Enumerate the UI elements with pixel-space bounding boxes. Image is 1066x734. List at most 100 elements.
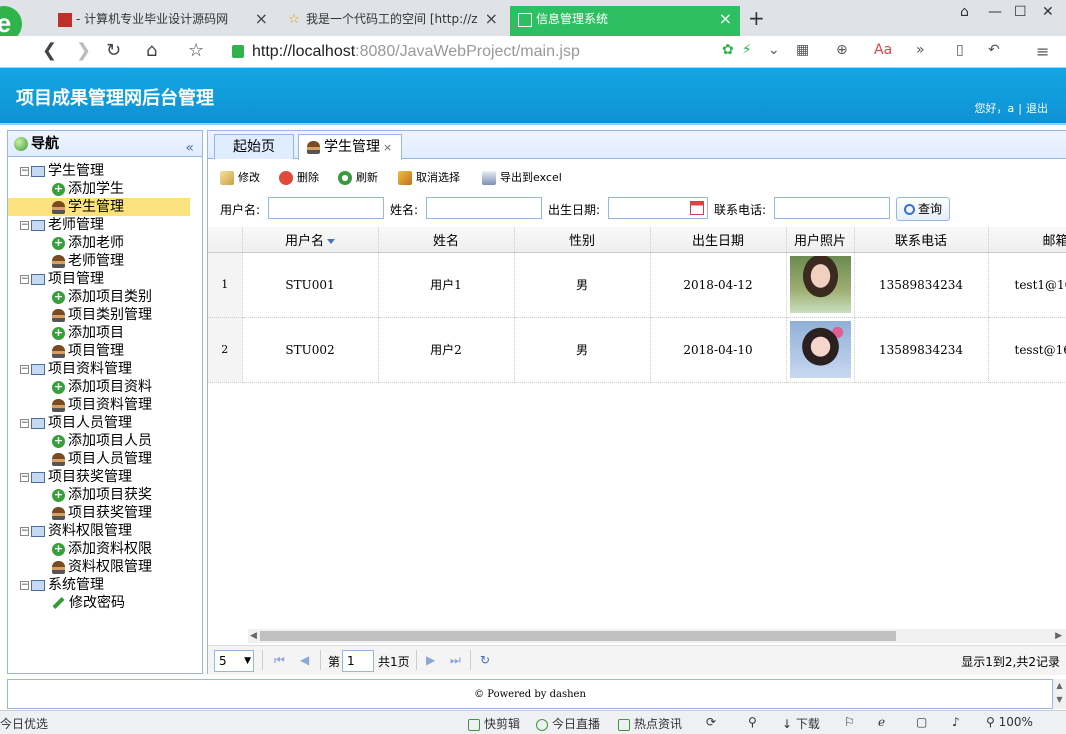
collapse-toggle-icon[interactable]: − [20,472,29,482]
collapse-toggle-icon[interactable]: − [20,274,29,284]
tree-item-project-awards-manage[interactable]: 项目获奖管理 [8,504,202,522]
last-page-icon[interactable]: ⏭ [450,653,461,668]
tab-home[interactable]: 起始页 [214,134,294,159]
minimize-icon[interactable]: — [988,4,1002,20]
tree-item-project-manage[interactable]: 项目管理 [8,342,202,360]
tree-item-change-password[interactable]: 修改密码 [8,594,202,612]
maximize-icon[interactable]: ☐ [1014,4,1027,20]
tree-item-add-project[interactable]: + 添加项目 [8,324,202,342]
horizontal-scrollbar[interactable]: ◀ ▶ [248,629,1066,643]
tree-item-student-manage[interactable]: 学生管理 [8,198,190,216]
flag-icon[interactable]: ⚐ [844,715,855,729]
tree-item-add-project-type[interactable]: + 添加项目类别 [8,288,202,306]
sound-icon[interactable]: ♪ [952,715,960,729]
translate-icon[interactable]: Aa [874,42,892,58]
first-page-icon[interactable]: ⏮ [274,653,285,668]
column-header-birth[interactable]: 出生日期 [650,227,787,253]
tree-item-add-teacher[interactable]: + 添加老师 [8,234,202,252]
more-icon[interactable]: » [916,42,925,58]
browser-tab-2[interactable]: ☆ 我是一个代码工的空间 [http://z × [280,6,506,36]
quick-edit-button[interactable]: 快剪辑 [468,715,520,732]
calendar-icon[interactable] [690,201,704,215]
column-header-name[interactable]: 姓名 [378,227,515,253]
birth-date-input[interactable] [608,197,708,219]
tree-item-add-doc-permission[interactable]: + 添加资料权限 [8,540,202,558]
chevron-down-icon[interactable]: ⌄ [768,42,780,58]
collapse-toggle-icon[interactable]: − [20,580,29,590]
tree-item-project-docs-manage[interactable]: 项目资料管理 [8,396,202,414]
close-icon[interactable]: × [719,6,732,32]
tree-item-add-project-awards[interactable]: + 添加项目获奖 [8,486,202,504]
column-header-username[interactable]: 用户名 [242,227,379,253]
tree-node-project[interactable]: − 项目管理 [8,270,202,288]
tree-node-project-members[interactable]: − 项目人员管理 [8,414,202,432]
column-header-photo[interactable]: 用户照片 [786,227,855,253]
query-button[interactable]: 查询 [896,197,950,221]
scroll-thumb[interactable] [260,631,896,641]
page-number-input[interactable]: 1 [342,650,374,672]
page-size-select[interactable]: 5 ▼ [214,650,254,672]
collapse-toggle-icon[interactable]: − [20,526,29,536]
phone-input[interactable] [774,197,890,219]
collapse-toggle-icon[interactable]: − [20,220,29,230]
home-icon[interactable]: ⌂ [146,40,157,61]
logout-link[interactable]: 退出 [1026,102,1048,115]
vertical-scrollbar[interactable]: ▲ ▼ [1053,679,1066,709]
close-icon[interactable]: × [383,141,392,154]
tree-item-project-type-manage[interactable]: 项目类别管理 [8,306,202,324]
edit-button[interactable]: 修改 [220,169,260,187]
new-tab-icon[interactable]: + [748,6,765,30]
tree-node-system[interactable]: − 系统管理 [8,576,202,594]
table-row[interactable]: 1 STU001 用户1 男 2018-04-12 13589834234 te… [208,252,1066,318]
next-page-icon[interactable]: ▶ [426,653,435,667]
column-header-gender[interactable]: 性别 [514,227,651,253]
speed-icon[interactable]: ⟳ [706,715,716,729]
delete-button[interactable]: 删除 [279,169,319,187]
tree-node-student[interactable]: − 学生管理 [8,162,202,180]
refresh-button[interactable]: 刷新 [338,169,378,187]
browser-tab-3[interactable]: 信息管理系统 × [510,6,740,36]
window-close-icon[interactable]: ✕ [1042,4,1054,20]
username-input[interactable] [268,197,384,219]
name-input[interactable] [426,197,542,219]
reload-icon[interactable]: ↻ [480,653,490,667]
shield-icon[interactable]: ⊕ [836,42,848,58]
collapse-toggle-icon[interactable]: − [20,418,29,428]
shirt-icon[interactable]: ⌂ [960,4,969,20]
tree-item-teacher-manage[interactable]: 老师管理 [8,252,202,270]
status-left[interactable]: 今日优选 [0,715,48,732]
tree-item-doc-permission-manage[interactable]: 资料权限管理 [8,558,202,576]
tree-item-project-members-manage[interactable]: 项目人员管理 [8,450,202,468]
back-icon[interactable]: ❮ [42,40,57,61]
scroll-right-icon[interactable]: ▶ [1055,629,1062,643]
window-icon[interactable]: ▢ [916,715,927,729]
url-field[interactable]: http://localhost:8080/JavaWebProject/mai… [232,41,712,63]
reload-icon[interactable]: ↻ [106,40,121,61]
collapse-toggle-icon[interactable]: − [20,364,29,374]
news-button[interactable]: 热点资讯 [618,715,682,732]
live-button[interactable]: 今日直播 [536,715,600,732]
scroll-left-icon[interactable]: ◀ [250,629,257,643]
apps-icon[interactable]: ▦ [796,42,809,58]
tree-node-project-docs[interactable]: − 项目资料管理 [8,360,202,378]
collapse-icon[interactable]: « [185,135,194,161]
export-excel-button[interactable]: 导出到excel [482,169,562,187]
ie-icon[interactable]: ℯ [878,715,885,729]
lightning-icon[interactable]: ⚡ [742,42,752,58]
cancel-select-button[interactable]: 取消选择 [398,169,460,187]
collapse-toggle-icon[interactable]: − [20,166,29,176]
tree-item-add-project-members[interactable]: + 添加项目人员 [8,432,202,450]
close-icon[interactable]: × [485,6,498,32]
tree-item-add-student[interactable]: + 添加学生 [8,180,202,198]
tab-student-manage[interactable]: 学生管理 × [298,134,402,160]
prev-page-icon[interactable]: ◀ [300,653,309,667]
phone-icon[interactable]: ▯ [956,42,964,58]
table-row[interactable]: 2 STU002 用户2 男 2018-04-10 13589834234 te… [208,317,1066,383]
extension-icon[interactable]: ✿ [722,42,734,58]
zoom-level[interactable]: ⚲ 100% [986,715,1033,729]
menu-icon[interactable]: ≡ [1036,42,1049,61]
tree-item-add-project-docs[interactable]: + 添加项目资料 [8,378,202,396]
tree-node-teacher[interactable]: − 老师管理 [8,216,202,234]
pin-icon[interactable]: ⚲ [748,715,757,729]
tree-node-project-awards[interactable]: − 项目获奖管理 [8,468,202,486]
